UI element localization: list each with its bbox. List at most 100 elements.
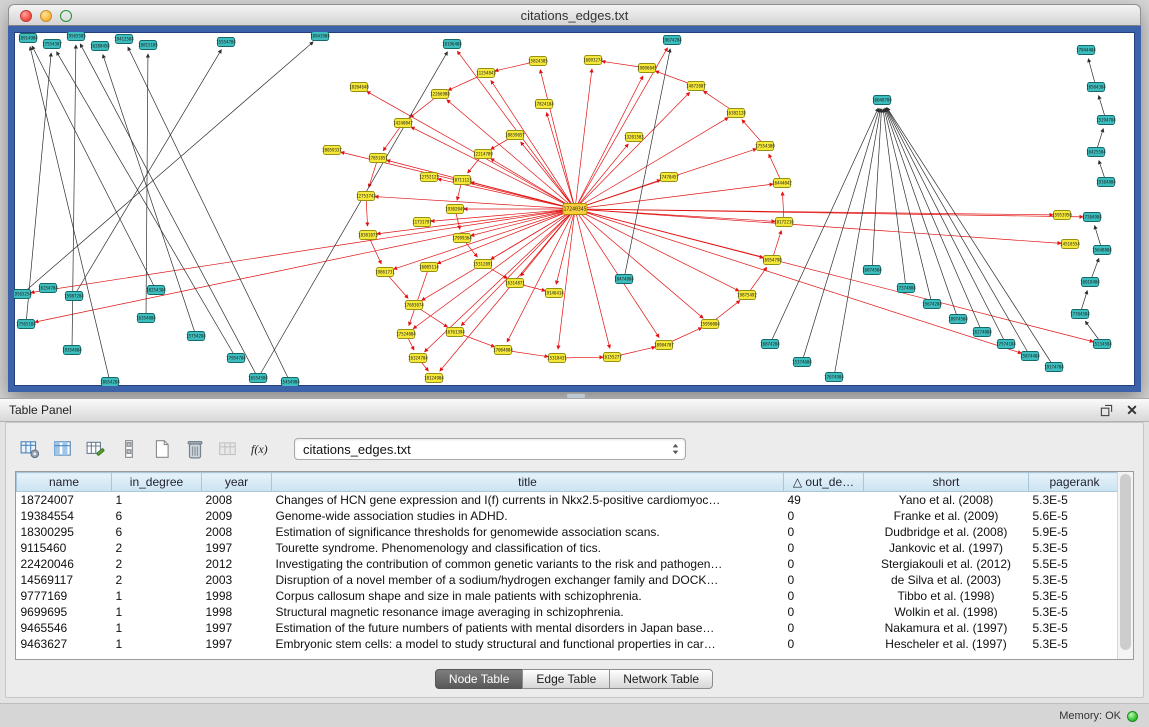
table-cell[interactable]: 1	[112, 588, 202, 604]
table-cell[interactable]: Hescheler et al. (1997)	[864, 636, 1029, 652]
close-window-button[interactable]	[20, 10, 32, 22]
table-cell[interactable]: 1	[112, 620, 202, 636]
table-cell[interactable]: 2008	[202, 524, 272, 540]
table-cell[interactable]: 5.5E-5	[1029, 556, 1121, 572]
table-row[interactable]: 1830029562008Estimation of significance …	[17, 524, 1121, 540]
table-cell[interactable]: 9465546	[17, 620, 112, 636]
minimize-window-button[interactable]	[40, 10, 52, 22]
new-file-button[interactable]	[148, 436, 176, 462]
table-cell[interactable]: 1997	[202, 620, 272, 636]
column-header-in-degree[interactable]: in_degree	[112, 473, 202, 492]
table-cell[interactable]: 1997	[202, 540, 272, 556]
table-cell[interactable]: Estimation of the future numbers of pati…	[272, 620, 784, 636]
column-header-title[interactable]: title	[272, 473, 784, 492]
table-row[interactable]: 969969511998Structural magnetic resonanc…	[17, 604, 1121, 620]
table-cell[interactable]: 22420046	[17, 556, 112, 572]
table-cell[interactable]: 1	[112, 636, 202, 652]
table-cell[interactable]: 2003	[202, 572, 272, 588]
edit-table-button[interactable]	[82, 436, 110, 462]
column-header-out-de-[interactable]: △ out_de…	[784, 473, 864, 492]
tab-network-table[interactable]: Network Table	[609, 669, 713, 689]
table-cell[interactable]: 2	[112, 540, 202, 556]
table-cell[interactable]: Estimation of significance thresholds fo…	[272, 524, 784, 540]
table-cell[interactable]: 5.3E-5	[1029, 492, 1121, 508]
table-cell[interactable]: 14569117	[17, 572, 112, 588]
table-cell[interactable]: Tourette syndrome. Phenomenology and cla…	[272, 540, 784, 556]
table-row[interactable]: 1872400712008Changes of HCN gene express…	[17, 492, 1121, 508]
table-settings-button[interactable]	[16, 436, 44, 462]
table-cell[interactable]: Structural magnetic resonance image aver…	[272, 604, 784, 620]
table-row[interactable]: 1938455462009Genome-wide association stu…	[17, 508, 1121, 524]
table-cell[interactable]: 0	[784, 636, 864, 652]
table-row[interactable]: 2242004622012Investigating the contribut…	[17, 556, 1121, 572]
table-cell[interactable]: 9699695	[17, 604, 112, 620]
window-titlebar[interactable]: citations_edges.txt	[8, 4, 1141, 26]
import-table-button[interactable]	[214, 436, 242, 462]
zoom-window-button[interactable]	[60, 10, 72, 22]
table-cell[interactable]: Investigating the contribution of common…	[272, 556, 784, 572]
table-cell[interactable]: 19384554	[17, 508, 112, 524]
table-cell[interactable]: 2012	[202, 556, 272, 572]
table-cell[interactable]: 1	[112, 492, 202, 508]
table-row[interactable]: 911546021997Tourette syndrome. Phenomeno…	[17, 540, 1121, 556]
column-header-name[interactable]: name	[17, 473, 112, 492]
close-panel-icon[interactable]: ✕	[1124, 402, 1140, 418]
table-cell[interactable]: 1998	[202, 588, 272, 604]
table-cell[interactable]: 2008	[202, 492, 272, 508]
table-cell[interactable]: 0	[784, 540, 864, 556]
table-cell[interactable]: 49	[784, 492, 864, 508]
table-cell[interactable]: Wolkin et al. (1998)	[864, 604, 1029, 620]
table-cell[interactable]: 0	[784, 604, 864, 620]
table-cell[interactable]: Embryonic stem cells: a model to study s…	[272, 636, 784, 652]
table-cell[interactable]: 9777169	[17, 588, 112, 604]
table-vertical-scrollbar[interactable]	[1117, 472, 1133, 659]
memory-status[interactable]: Memory: OK	[1059, 710, 1138, 722]
table-cell[interactable]: Stergiakouli et al. (2012)	[864, 556, 1029, 572]
table-cell[interactable]: Changes of HCN gene expression and I(f) …	[272, 492, 784, 508]
table-cell[interactable]: 5.3E-5	[1029, 604, 1121, 620]
table-cell[interactable]: Tibbo et al. (1998)	[864, 588, 1029, 604]
table-cell[interactable]: 5.3E-5	[1029, 620, 1121, 636]
scrollbar-thumb[interactable]	[1120, 474, 1131, 650]
table-cell[interactable]: 0	[784, 572, 864, 588]
tab-node-table[interactable]: Node Table	[435, 669, 524, 689]
table-cell[interactable]: 0	[784, 524, 864, 540]
network-canvas[interactable]: 1724034515824305112548431226698814240047…	[14, 32, 1135, 386]
delete-button[interactable]	[181, 436, 209, 462]
table-cell[interactable]: 5.3E-5	[1029, 572, 1121, 588]
table-cell[interactable]: Yano et al. (2008)	[864, 492, 1029, 508]
column-header-year[interactable]: year	[202, 473, 272, 492]
table-cell[interactable]: 5.6E-5	[1029, 508, 1121, 524]
show-columns-button[interactable]	[49, 436, 77, 462]
function-builder-button[interactable]: f(x)	[247, 436, 275, 462]
table-cell[interactable]: de Silva et al. (2003)	[864, 572, 1029, 588]
table-cell[interactable]: 5.3E-5	[1029, 636, 1121, 652]
table-cell[interactable]: 2009	[202, 508, 272, 524]
table-cell[interactable]: Nakamura et al. (1997)	[864, 620, 1029, 636]
table-row[interactable]: 1456911722003Disruption of a novel membe…	[17, 572, 1121, 588]
table-cell[interactable]: 18724007	[17, 492, 112, 508]
table-cell[interactable]: 0	[784, 508, 864, 524]
table-cell[interactable]: 5.3E-5	[1029, 540, 1121, 556]
table-cell[interactable]: 18300295	[17, 524, 112, 540]
column-header-short[interactable]: short	[864, 473, 1029, 492]
table-cell[interactable]: 2	[112, 556, 202, 572]
table-cell[interactable]: 1	[112, 604, 202, 620]
table-cell[interactable]: 5.3E-5	[1029, 588, 1121, 604]
table-cell[interactable]: 1998	[202, 604, 272, 620]
table-cell[interactable]: Genome-wide association studies in ADHD.	[272, 508, 784, 524]
table-cell[interactable]: 5.9E-5	[1029, 524, 1121, 540]
float-panel-icon[interactable]	[1098, 402, 1114, 418]
table-selector-dropdown[interactable]: citations_edges.txt	[294, 438, 686, 460]
tab-edge-table[interactable]: Edge Table	[522, 669, 610, 689]
table-row[interactable]: 946362711997Embryonic stem cells: a mode…	[17, 636, 1121, 652]
table-cell[interactable]: 1997	[202, 636, 272, 652]
table-cell[interactable]: Jankovic et al. (1997)	[864, 540, 1029, 556]
table-cell[interactable]: Franke et al. (2009)	[864, 508, 1029, 524]
table-cell[interactable]: Dudbridge et al. (2008)	[864, 524, 1029, 540]
table-cell[interactable]: 0	[784, 588, 864, 604]
table-cell[interactable]: 0	[784, 620, 864, 636]
column-header-pagerank[interactable]: pagerank	[1029, 473, 1121, 492]
table-row[interactable]: 977716911998Corpus callosum shape and si…	[17, 588, 1121, 604]
table-cell[interactable]: 2	[112, 572, 202, 588]
